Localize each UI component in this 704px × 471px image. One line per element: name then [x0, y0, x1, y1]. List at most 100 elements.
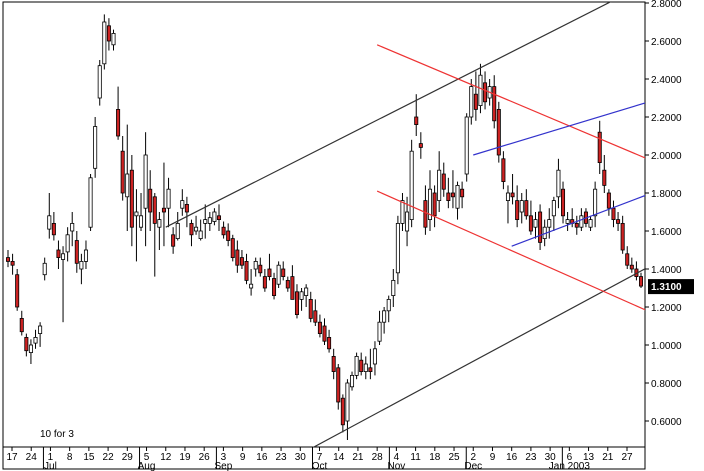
x-tick-label: 24 [26, 452, 38, 463]
candle-body [111, 33, 116, 46]
candle-body [492, 86, 497, 122]
candle-body [184, 203, 189, 213]
candle-body [157, 219, 162, 228]
candle-body [61, 253, 66, 260]
candle-body [510, 192, 515, 198]
candle-body [629, 264, 634, 270]
x-tick-label: 8 [67, 452, 73, 463]
candle-body [139, 215, 144, 228]
candle-body [88, 177, 93, 228]
candle-body [299, 291, 304, 300]
x-tick-label: 22 [103, 452, 115, 463]
candle-body [152, 196, 157, 224]
x-tick-label: 17 [6, 452, 18, 463]
candle-body [473, 93, 478, 110]
candle-body [262, 276, 267, 289]
candle-body [258, 264, 263, 274]
candle-body [391, 279, 396, 296]
candle-body [382, 310, 387, 323]
candle-body [450, 192, 455, 198]
candle-body [547, 219, 552, 228]
candle-body [460, 188, 465, 198]
candle-body [405, 211, 410, 232]
candle-body [414, 116, 419, 125]
candle-body [455, 184, 460, 209]
candle-body [253, 260, 258, 270]
candle-body [134, 211, 139, 217]
y-tick-label: 2.8000 [651, 0, 682, 10]
candle-body [515, 200, 520, 221]
candle-body [372, 348, 377, 365]
candle-body [5, 257, 11, 262]
candle-body [350, 374, 355, 388]
candle-body [38, 325, 43, 334]
x-tick-label: 28 [372, 452, 384, 463]
candle-body [464, 116, 469, 175]
x-tick-label: 19 [179, 452, 191, 463]
candle-body [418, 143, 423, 148]
y-axis: 2.8000 2.6000 2.4000 2.2000 2.0000 1.8000 1.60… [645, 0, 682, 428]
candle-body [359, 359, 364, 373]
candle-body [538, 211, 543, 243]
candle-body [180, 200, 185, 209]
candle-body [478, 74, 483, 106]
candle-body [317, 321, 322, 335]
candle-body [79, 260, 84, 270]
candle-body [611, 207, 616, 220]
candle-body [272, 278, 277, 297]
candle-body [432, 192, 437, 217]
y-tick-label: 1.2000 [651, 303, 682, 314]
candle-body [120, 150, 125, 194]
candle-body [409, 150, 414, 220]
month-label: Aug [138, 461, 156, 471]
last-price-tag-label: 1.3100 [651, 282, 682, 293]
month-label: Dec [464, 461, 482, 471]
candle-body [207, 217, 212, 224]
month-label: Nov [387, 461, 405, 471]
candle-body [290, 276, 295, 300]
candle-body [70, 222, 75, 232]
candle-body [203, 219, 208, 224]
candle-body [395, 222, 400, 274]
candle-body [400, 200, 405, 224]
candle-body [363, 363, 368, 372]
candle-body [56, 249, 61, 258]
candle-body [579, 215, 584, 228]
candle-body [368, 367, 373, 372]
candle-body [83, 249, 88, 262]
candle-body [281, 268, 286, 277]
candle-body [345, 382, 350, 422]
annotation-text: 10 for 3 [40, 429, 74, 440]
candle-body [143, 154, 148, 209]
candle-body [327, 336, 332, 350]
candle-body [51, 222, 56, 236]
candlestick-chart: 2.8000 2.6000 2.4000 2.2000 2.0000 1.8000 1.60… [2, 0, 694, 471]
x-tick-label: 23 [525, 452, 537, 463]
candle-body [533, 219, 538, 228]
candle-body [340, 397, 345, 426]
candle-body [267, 268, 272, 277]
candle-body [441, 173, 446, 190]
candle-body [423, 200, 428, 228]
candle-body [19, 317, 24, 333]
month-label: Oct [312, 461, 328, 471]
candle-body [42, 262, 47, 276]
candle-body [625, 253, 630, 266]
candle-body [304, 287, 309, 296]
candle-body [616, 219, 621, 224]
candle-body [469, 86, 474, 118]
y-tick-label: 0.8000 [651, 379, 682, 390]
candle-body [597, 131, 602, 163]
candle-body [166, 188, 171, 209]
month-label: Jan 2003 [549, 461, 591, 471]
candle-body [551, 200, 556, 217]
candle-body [175, 222, 180, 239]
candle-body [221, 226, 226, 236]
candle-body [606, 192, 611, 209]
candle-body [377, 321, 382, 342]
candle-body [116, 109, 121, 137]
candle-body [574, 222, 579, 228]
candle-body [294, 291, 299, 315]
candle-body [588, 219, 593, 228]
x-tick-label: 16 [256, 452, 268, 463]
